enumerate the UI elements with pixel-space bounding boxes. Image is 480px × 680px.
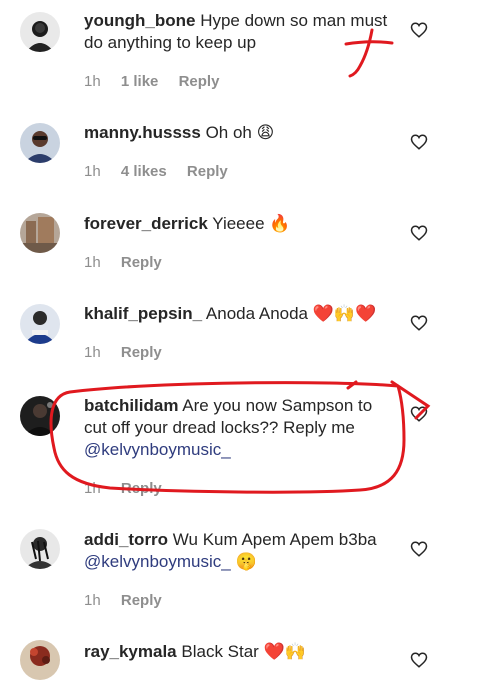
emoji: ❤️🙌❤️ (312, 304, 377, 324)
likes-count[interactable]: 4 likes (121, 163, 167, 180)
comment-meta: 1h 1 like Reply (84, 73, 235, 90)
mention-link[interactable]: @kelvynboymusic_ (84, 552, 231, 571)
timestamp: 1h (84, 163, 101, 180)
heart-outline-icon[interactable] (410, 405, 428, 423)
comment-text: youngh_bone Hype down so man must do any… (84, 10, 399, 54)
reply-button[interactable]: Reply (121, 254, 162, 271)
comment-meta: 1h Reply (84, 254, 178, 271)
comment-meta: 1h 4 likes Reply (84, 163, 244, 180)
avatar[interactable] (20, 213, 60, 253)
emoji: 🔥 (269, 214, 291, 234)
heart-outline-icon[interactable] (410, 224, 428, 242)
emoji: 😩 (256, 123, 275, 143)
emoji: ❤️🙌 (263, 642, 306, 662)
comment-body: Anoda Anoda (205, 304, 309, 323)
reply-button[interactable]: Reply (121, 592, 162, 609)
username[interactable]: manny.hussss (84, 123, 201, 142)
comment-body: Wu Kum Apem Apem b3ba (172, 530, 377, 549)
heart-outline-icon[interactable] (410, 21, 428, 39)
timestamp: 1h (84, 73, 101, 90)
heart-outline-icon[interactable] (410, 133, 428, 151)
reply-button[interactable]: Reply (121, 344, 162, 361)
username[interactable]: batchilidam (84, 396, 178, 415)
heart-outline-icon[interactable] (410, 314, 428, 332)
comment-body: Black Star (181, 642, 259, 661)
heart-outline-icon[interactable] (410, 540, 428, 558)
likes-count[interactable]: 1 like (121, 73, 159, 90)
comment-text: khalif_pepsin_ Anoda Anoda ❤️🙌❤️ (84, 303, 399, 325)
username[interactable]: khalif_pepsin_ (84, 304, 202, 323)
comment-meta: 1h Reply (84, 592, 178, 609)
avatar[interactable] (20, 640, 60, 680)
username[interactable]: ray_kymala (84, 642, 177, 661)
comment-meta: 1h Reply (84, 344, 178, 361)
timestamp: 1h (84, 254, 101, 271)
timestamp: 1h (84, 480, 101, 497)
comment-meta: 1h Reply (84, 480, 178, 497)
mention-link[interactable]: @kelvynboymusic_ (84, 440, 231, 459)
avatar[interactable] (20, 396, 60, 436)
avatar[interactable] (20, 123, 60, 163)
comment-text: batchilidam Are you now Sampson to cut o… (84, 395, 399, 461)
username[interactable]: addi_torro (84, 530, 168, 549)
reply-button[interactable]: Reply (121, 480, 162, 497)
comment-text: forever_derrick Yieeee 🔥 (84, 213, 399, 235)
reply-button[interactable]: Reply (179, 73, 220, 90)
timestamp: 1h (84, 592, 101, 609)
comment-text: manny.hussss Oh oh 😩 (84, 122, 399, 144)
comment-body: Oh oh (205, 123, 252, 142)
emoji: 🤫 (235, 552, 257, 572)
avatar[interactable] (20, 12, 60, 52)
avatar[interactable] (20, 304, 60, 344)
avatar[interactable] (20, 529, 60, 569)
username[interactable]: youngh_bone (84, 11, 195, 30)
comment-text: addi_torro Wu Kum Apem Apem b3ba @kelvyn… (84, 529, 399, 573)
heart-outline-icon[interactable] (410, 651, 428, 669)
reply-button[interactable]: Reply (187, 163, 228, 180)
comment-body: Yieeee (212, 214, 265, 233)
timestamp: 1h (84, 344, 101, 361)
comment-text: ray_kymala Black Star ❤️🙌 (84, 641, 399, 663)
username[interactable]: forever_derrick (84, 214, 208, 233)
